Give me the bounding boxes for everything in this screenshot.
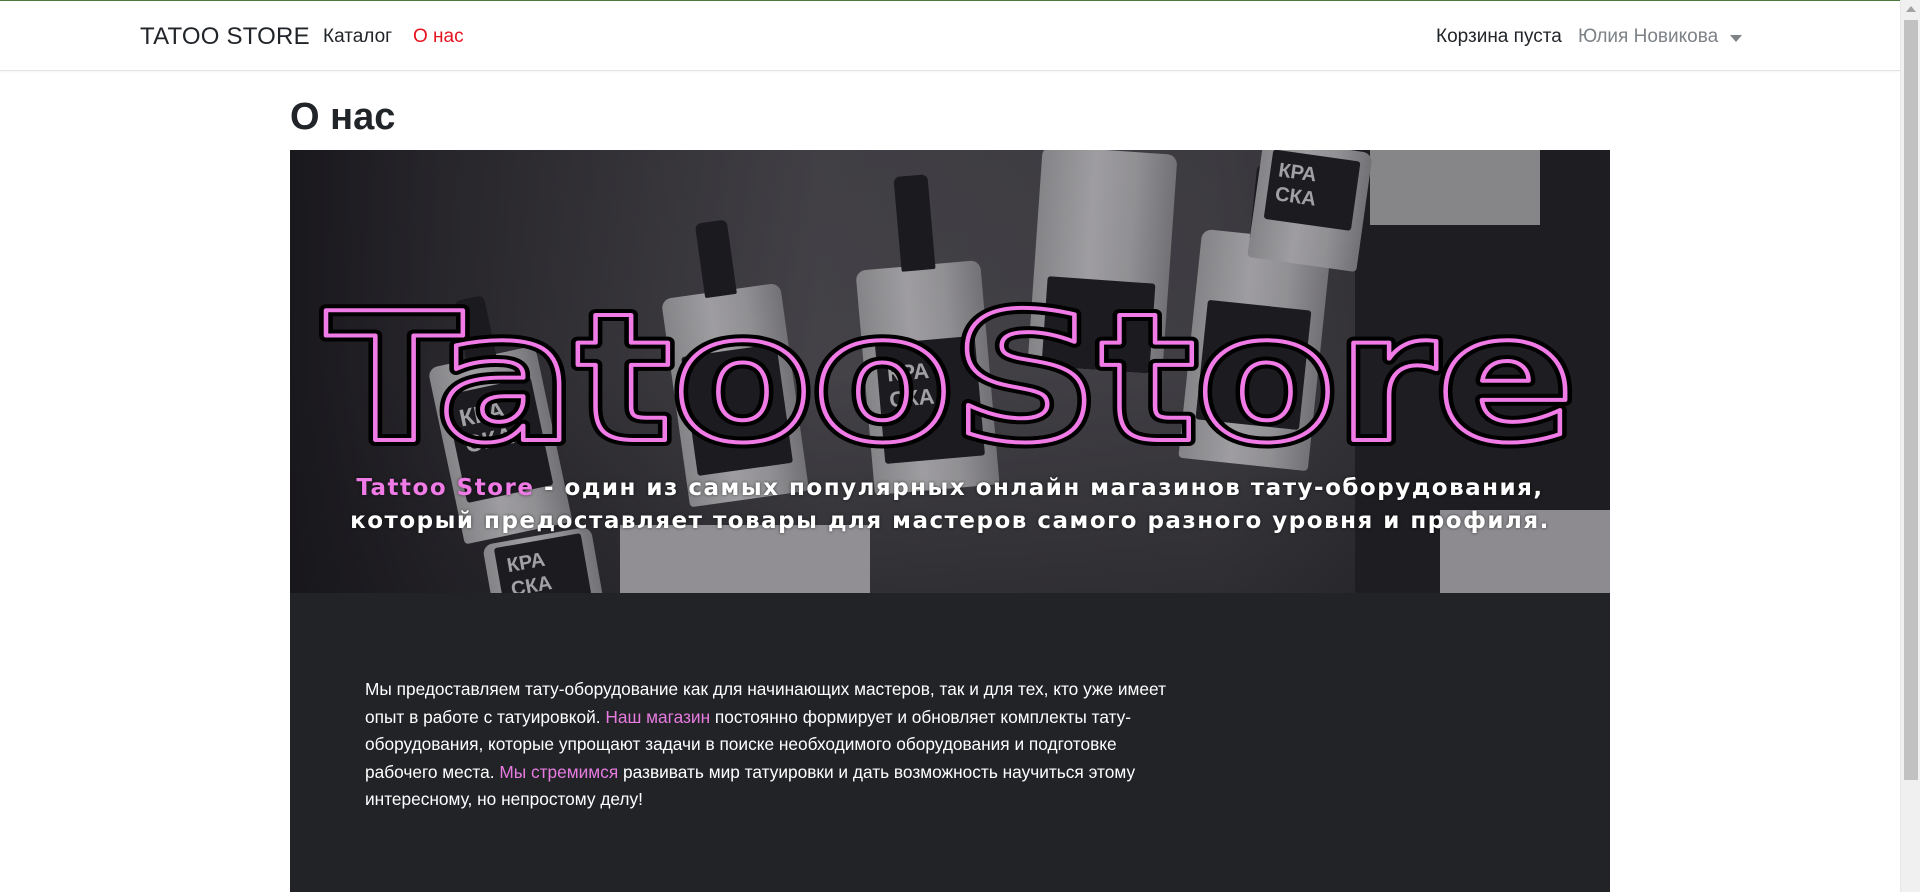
user-dropdown[interactable]: Юлия Новикова bbox=[1578, 26, 1743, 48]
hero-big-word: TatooStore bbox=[325, 275, 1575, 482]
cart-status[interactable]: Корзина пуста bbox=[1436, 26, 1562, 48]
hero-banner: КРА СКА КРА СКА КРА СКА КРА СКА TatooSto… bbox=[290, 150, 1610, 593]
hero-caption-brand: Tattoo Store bbox=[356, 475, 535, 501]
scroll-up-icon[interactable] bbox=[1906, 6, 1916, 12]
hero-caption-line1: - один из самых популярных онлайн магази… bbox=[534, 475, 1544, 501]
scrollbar[interactable] bbox=[1900, 0, 1920, 892]
we-strive-link[interactable]: Мы стремимся bbox=[499, 762, 618, 782]
chevron-down-icon bbox=[1730, 34, 1743, 42]
scrollbar-thumb[interactable] bbox=[1904, 20, 1918, 780]
hero-caption-line2: который предоставляет товары для мастеро… bbox=[350, 508, 1550, 534]
brand-logo[interactable]: TATOO STORE bbox=[140, 23, 310, 51]
user-name: Юлия Новикова bbox=[1578, 26, 1719, 47]
hero-caption: Tattoo Store - один из самых популярных … bbox=[340, 472, 1560, 538]
nav-link-catalog[interactable]: Каталог bbox=[323, 26, 392, 48]
navbar: TATOO STORE Каталог О нас Корзина пуста … bbox=[0, 1, 1900, 71]
about-info-block: Мы предоставляем тату-оборудование как д… bbox=[290, 593, 1610, 892]
page-title: О нас bbox=[290, 96, 396, 138]
nav-link-about[interactable]: О нас bbox=[413, 26, 464, 48]
about-description: Мы предоставляем тату-оборудование как д… bbox=[365, 676, 1185, 814]
our-store-link[interactable]: Наш магазин bbox=[605, 707, 710, 727]
